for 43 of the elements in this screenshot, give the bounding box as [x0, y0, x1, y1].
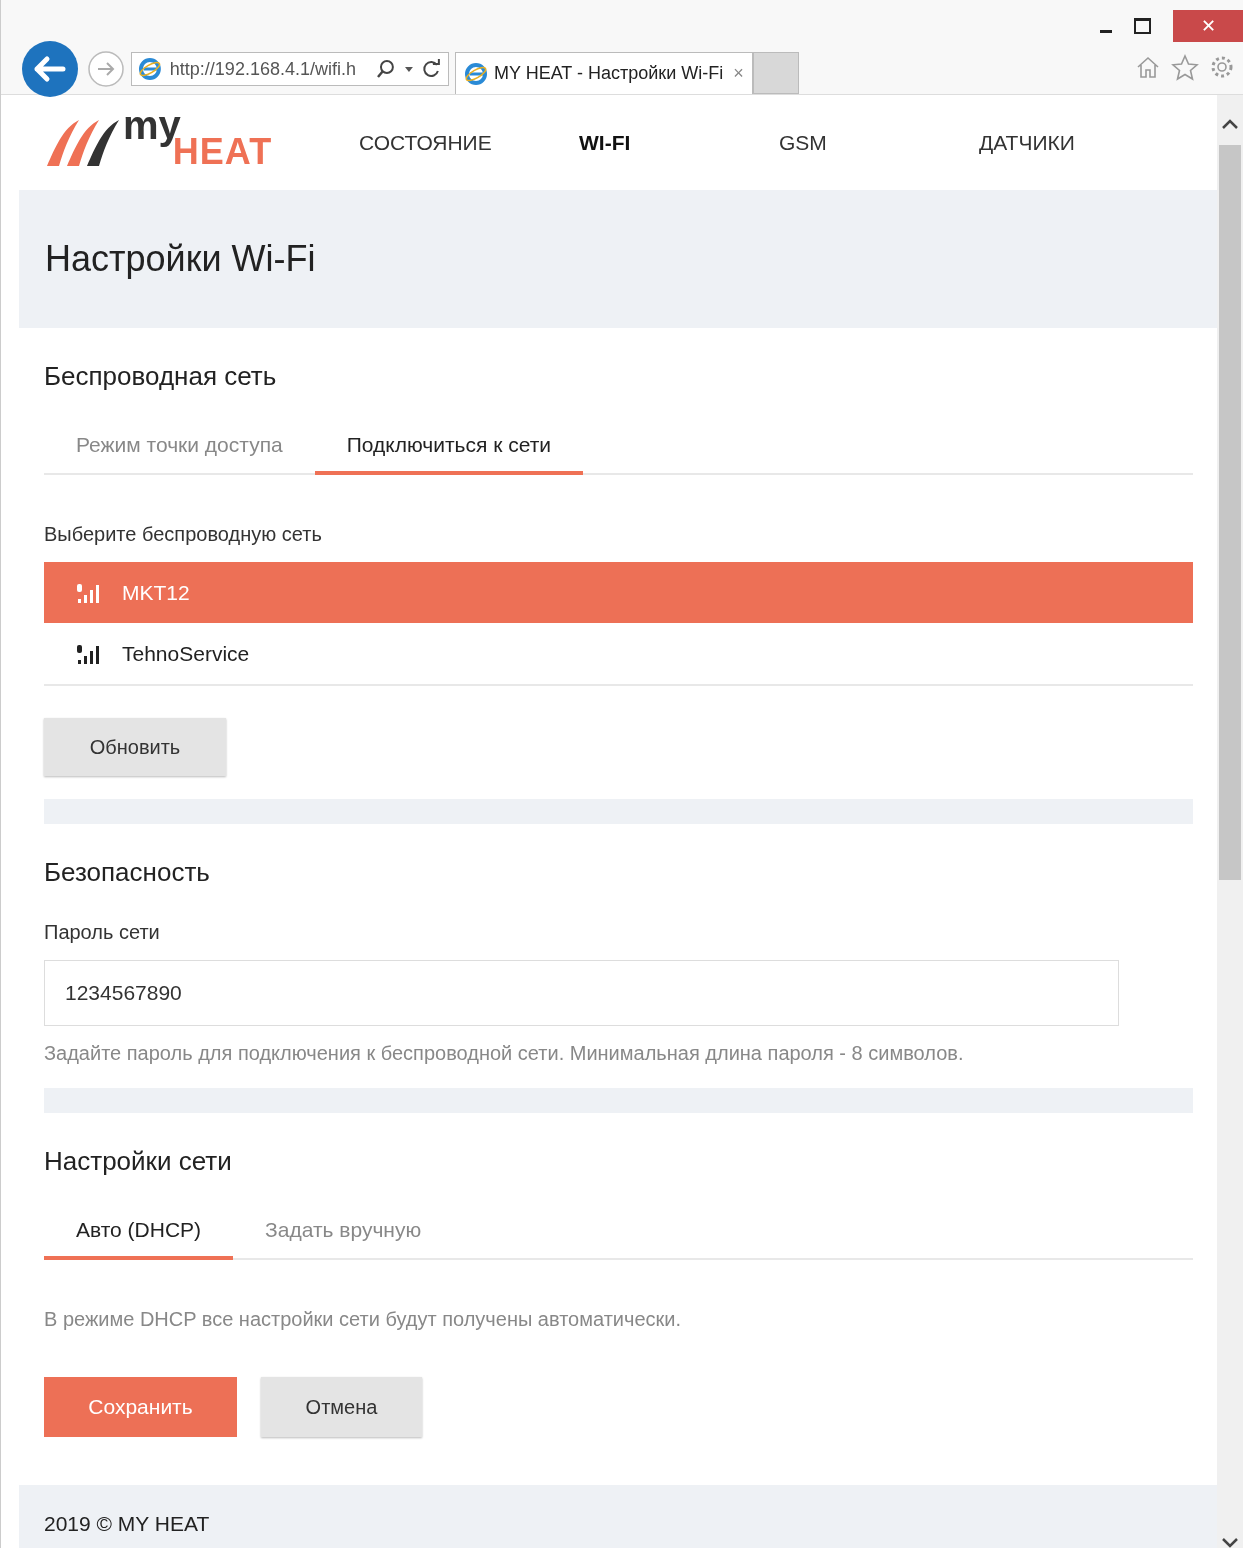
star-icon[interactable]: [1171, 54, 1199, 82]
maximize-icon[interactable]: [1134, 18, 1151, 34]
scroll-down-icon[interactable]: [1220, 1536, 1240, 1548]
browser-tab[interactable]: MY HEAT - Настройки Wi-Fi ×: [455, 52, 753, 94]
refresh-button[interactable]: Обновить: [44, 718, 226, 776]
cancel-button[interactable]: Отмена: [261, 1377, 422, 1437]
tab[interactable]: Режим точки доступа: [44, 433, 315, 475]
section-title: Настройки сети: [44, 1146, 233, 1178]
field-label: Пароль сети: [44, 921, 161, 944]
tab[interactable]: Задать вручную: [233, 1218, 454, 1260]
scroll-up-icon[interactable]: [1220, 117, 1240, 131]
field-label: Выберите беспроводную сеть: [44, 523, 323, 546]
network-item[interactable]: TehnoService: [44, 623, 1193, 684]
scrollbar[interactable]: [1217, 95, 1243, 1548]
search-icon[interactable]: [376, 59, 397, 79]
section-title: Беспроводная сеть: [44, 361, 278, 393]
home-icon[interactable]: [1135, 54, 1161, 80]
nav-link[interactable]: WI-FI: [579, 130, 779, 155]
tab[interactable]: Подключиться к сети: [314, 433, 584, 475]
nav-link[interactable]: GSM: [779, 130, 979, 155]
tab[interactable]: Авто (DHCP): [44, 1218, 234, 1260]
section-title: Безопасность: [44, 857, 211, 889]
browser-logo-icon: [464, 61, 488, 86]
tab-close-button[interactable]: ×: [733, 63, 744, 84]
tab-title: MY HEAT - Настройки Wi-Fi: [494, 63, 724, 84]
close-button[interactable]: ✕: [1173, 10, 1243, 42]
info-text: В режиме DHCP все настройки сети будут получены автоматически.: [44, 1308, 682, 1331]
scroll-thumb[interactable]: [1219, 145, 1241, 880]
hint-text: Задайте пароль для подключения к беспроводной сети. Минимальная длина пароля - 8 символов.: [44, 1042, 965, 1065]
caret-icon[interactable]: [404, 65, 415, 73]
password-field[interactable]: 1234567890: [44, 960, 1119, 1026]
stripes-icon: [45, 117, 121, 168]
page-title: Настройки Wi-Fi: [45, 238, 316, 280]
nav-link[interactable]: СОСТОЯНИЕ: [359, 130, 579, 155]
settings-icon[interactable]: [1209, 54, 1235, 80]
nav-link[interactable]: ДАТЧИКИ: [979, 130, 1075, 155]
minimize-icon[interactable]: [1100, 29, 1112, 33]
footer-text: 2019 © MY HEAT: [44, 1512, 210, 1536]
address-bar[interactable]: http://192.168.4.1/wifi.h: [131, 52, 449, 86]
refresh-icon[interactable]: [422, 59, 442, 79]
back-icon[interactable]: [21, 40, 79, 98]
browser-logo-icon: [138, 57, 162, 81]
address-text: http://192.168.4.1/wifi.h: [169, 58, 357, 80]
